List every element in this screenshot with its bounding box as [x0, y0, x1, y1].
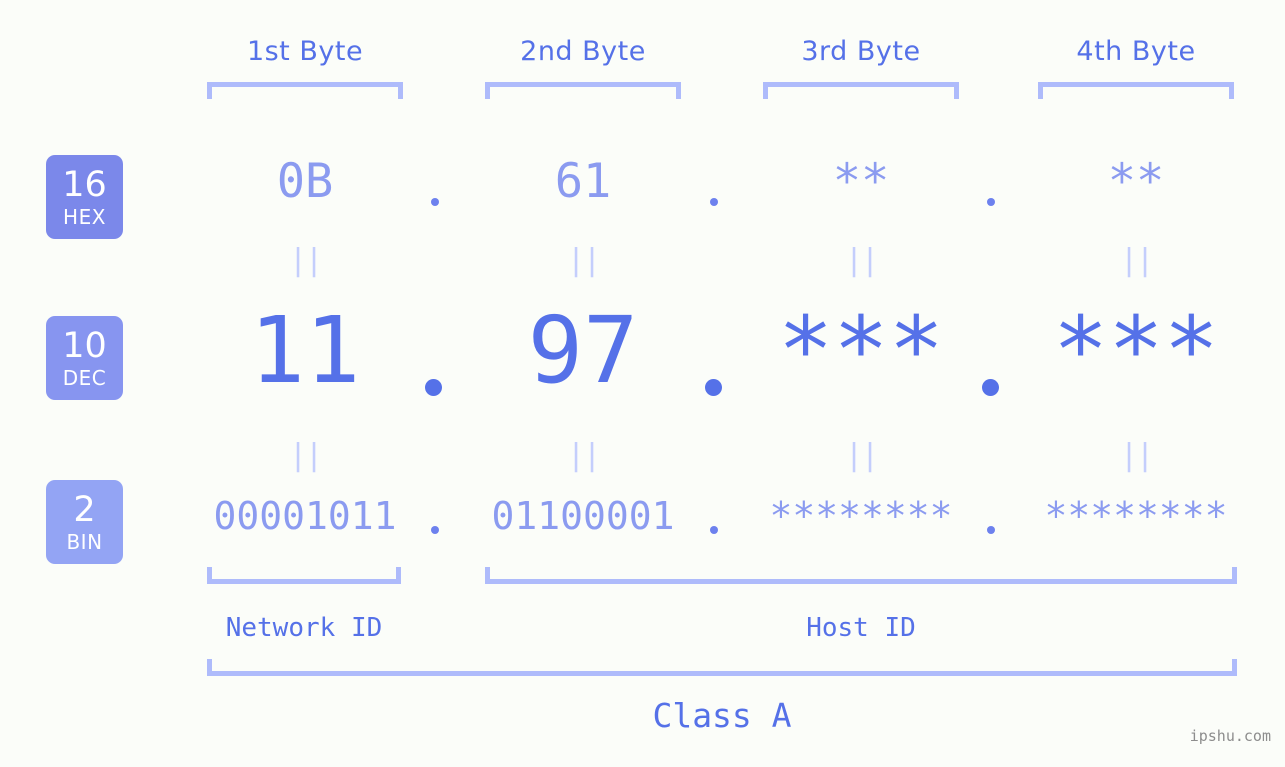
- radix-badge-name: HEX: [63, 204, 106, 229]
- dec-byte-3: ***: [777, 297, 945, 404]
- equals-connector-hex-dec-4: ||: [1119, 243, 1154, 278]
- bin-byte-3: ********: [769, 494, 953, 538]
- hex-byte-4: **: [1107, 154, 1165, 209]
- equals-connector-hex-dec-3: ||: [844, 243, 879, 278]
- hex-separator-1: [431, 198, 439, 206]
- byte-header-1: 1st Byte: [207, 36, 403, 67]
- site-watermark: ipshu.com: [1189, 727, 1271, 745]
- byte-header-label: 1st Byte: [246, 36, 364, 67]
- bin-separator-3: [987, 526, 995, 534]
- byte-header-label: 2nd Byte: [520, 36, 646, 67]
- bin-byte-4: ********: [1044, 494, 1228, 538]
- hex-separator-3: [987, 198, 995, 206]
- equals-connector-dec-bin-4: ||: [1119, 438, 1154, 473]
- class-bracket: [207, 659, 1237, 676]
- radix-badge-number: 10: [62, 325, 107, 366]
- equals-connector-dec-bin-2: ||: [566, 438, 601, 473]
- equals-connector-dec-bin-3: ||: [844, 438, 879, 473]
- radix-badge-number: 16: [62, 164, 107, 205]
- host-id-label: Host ID: [806, 613, 916, 643]
- bin-separator-2: [710, 526, 718, 534]
- radix-badge-bin: 2 BIN: [46, 480, 123, 564]
- ip-breakdown-diagram: 1st Byte 2nd Byte 3rd Byte 4th Byte 16 H…: [0, 0, 1285, 767]
- equals-connector-hex-dec-1: ||: [288, 243, 323, 278]
- dec-byte-2: 97: [527, 297, 639, 404]
- network-id-bracket: [207, 567, 401, 584]
- dec-separator-1: [425, 379, 442, 396]
- network-id-label: Network ID: [225, 613, 383, 643]
- byte-bracket-3: [763, 82, 959, 99]
- dec-byte-1: 11: [249, 297, 361, 404]
- byte-header-2: 2nd Byte: [485, 36, 681, 67]
- dec-separator-3: [982, 379, 999, 396]
- hex-separator-2: [710, 198, 718, 206]
- equals-connector-dec-bin-1: ||: [288, 438, 323, 473]
- byte-header-3: 3rd Byte: [763, 36, 959, 67]
- equals-connector-hex-dec-2: ||: [566, 243, 601, 278]
- hex-byte-2: 61: [554, 154, 612, 209]
- radix-badge-name: BIN: [66, 529, 103, 554]
- radix-badge-name: DEC: [62, 365, 107, 390]
- radix-badge-dec: 10 DEC: [46, 316, 123, 400]
- bin-byte-2: 01100001: [491, 494, 675, 538]
- byte-header-label: 4th Byte: [1076, 36, 1196, 67]
- bin-separator-1: [431, 526, 439, 534]
- radix-badge-number: 2: [73, 489, 96, 530]
- hex-byte-1: 0B: [276, 154, 334, 209]
- dec-byte-4: ***: [1052, 297, 1220, 404]
- byte-header-label: 3rd Byte: [801, 36, 921, 67]
- dec-separator-2: [705, 379, 722, 396]
- hex-byte-3: **: [832, 154, 890, 209]
- class-label: Class A: [652, 696, 792, 735]
- byte-bracket-2: [485, 82, 681, 99]
- bin-byte-1: 00001011: [213, 494, 397, 538]
- host-id-bracket: [485, 567, 1237, 584]
- byte-header-4: 4th Byte: [1038, 36, 1234, 67]
- radix-badge-hex: 16 HEX: [46, 155, 123, 239]
- byte-bracket-1: [207, 82, 403, 99]
- byte-bracket-4: [1038, 82, 1234, 99]
